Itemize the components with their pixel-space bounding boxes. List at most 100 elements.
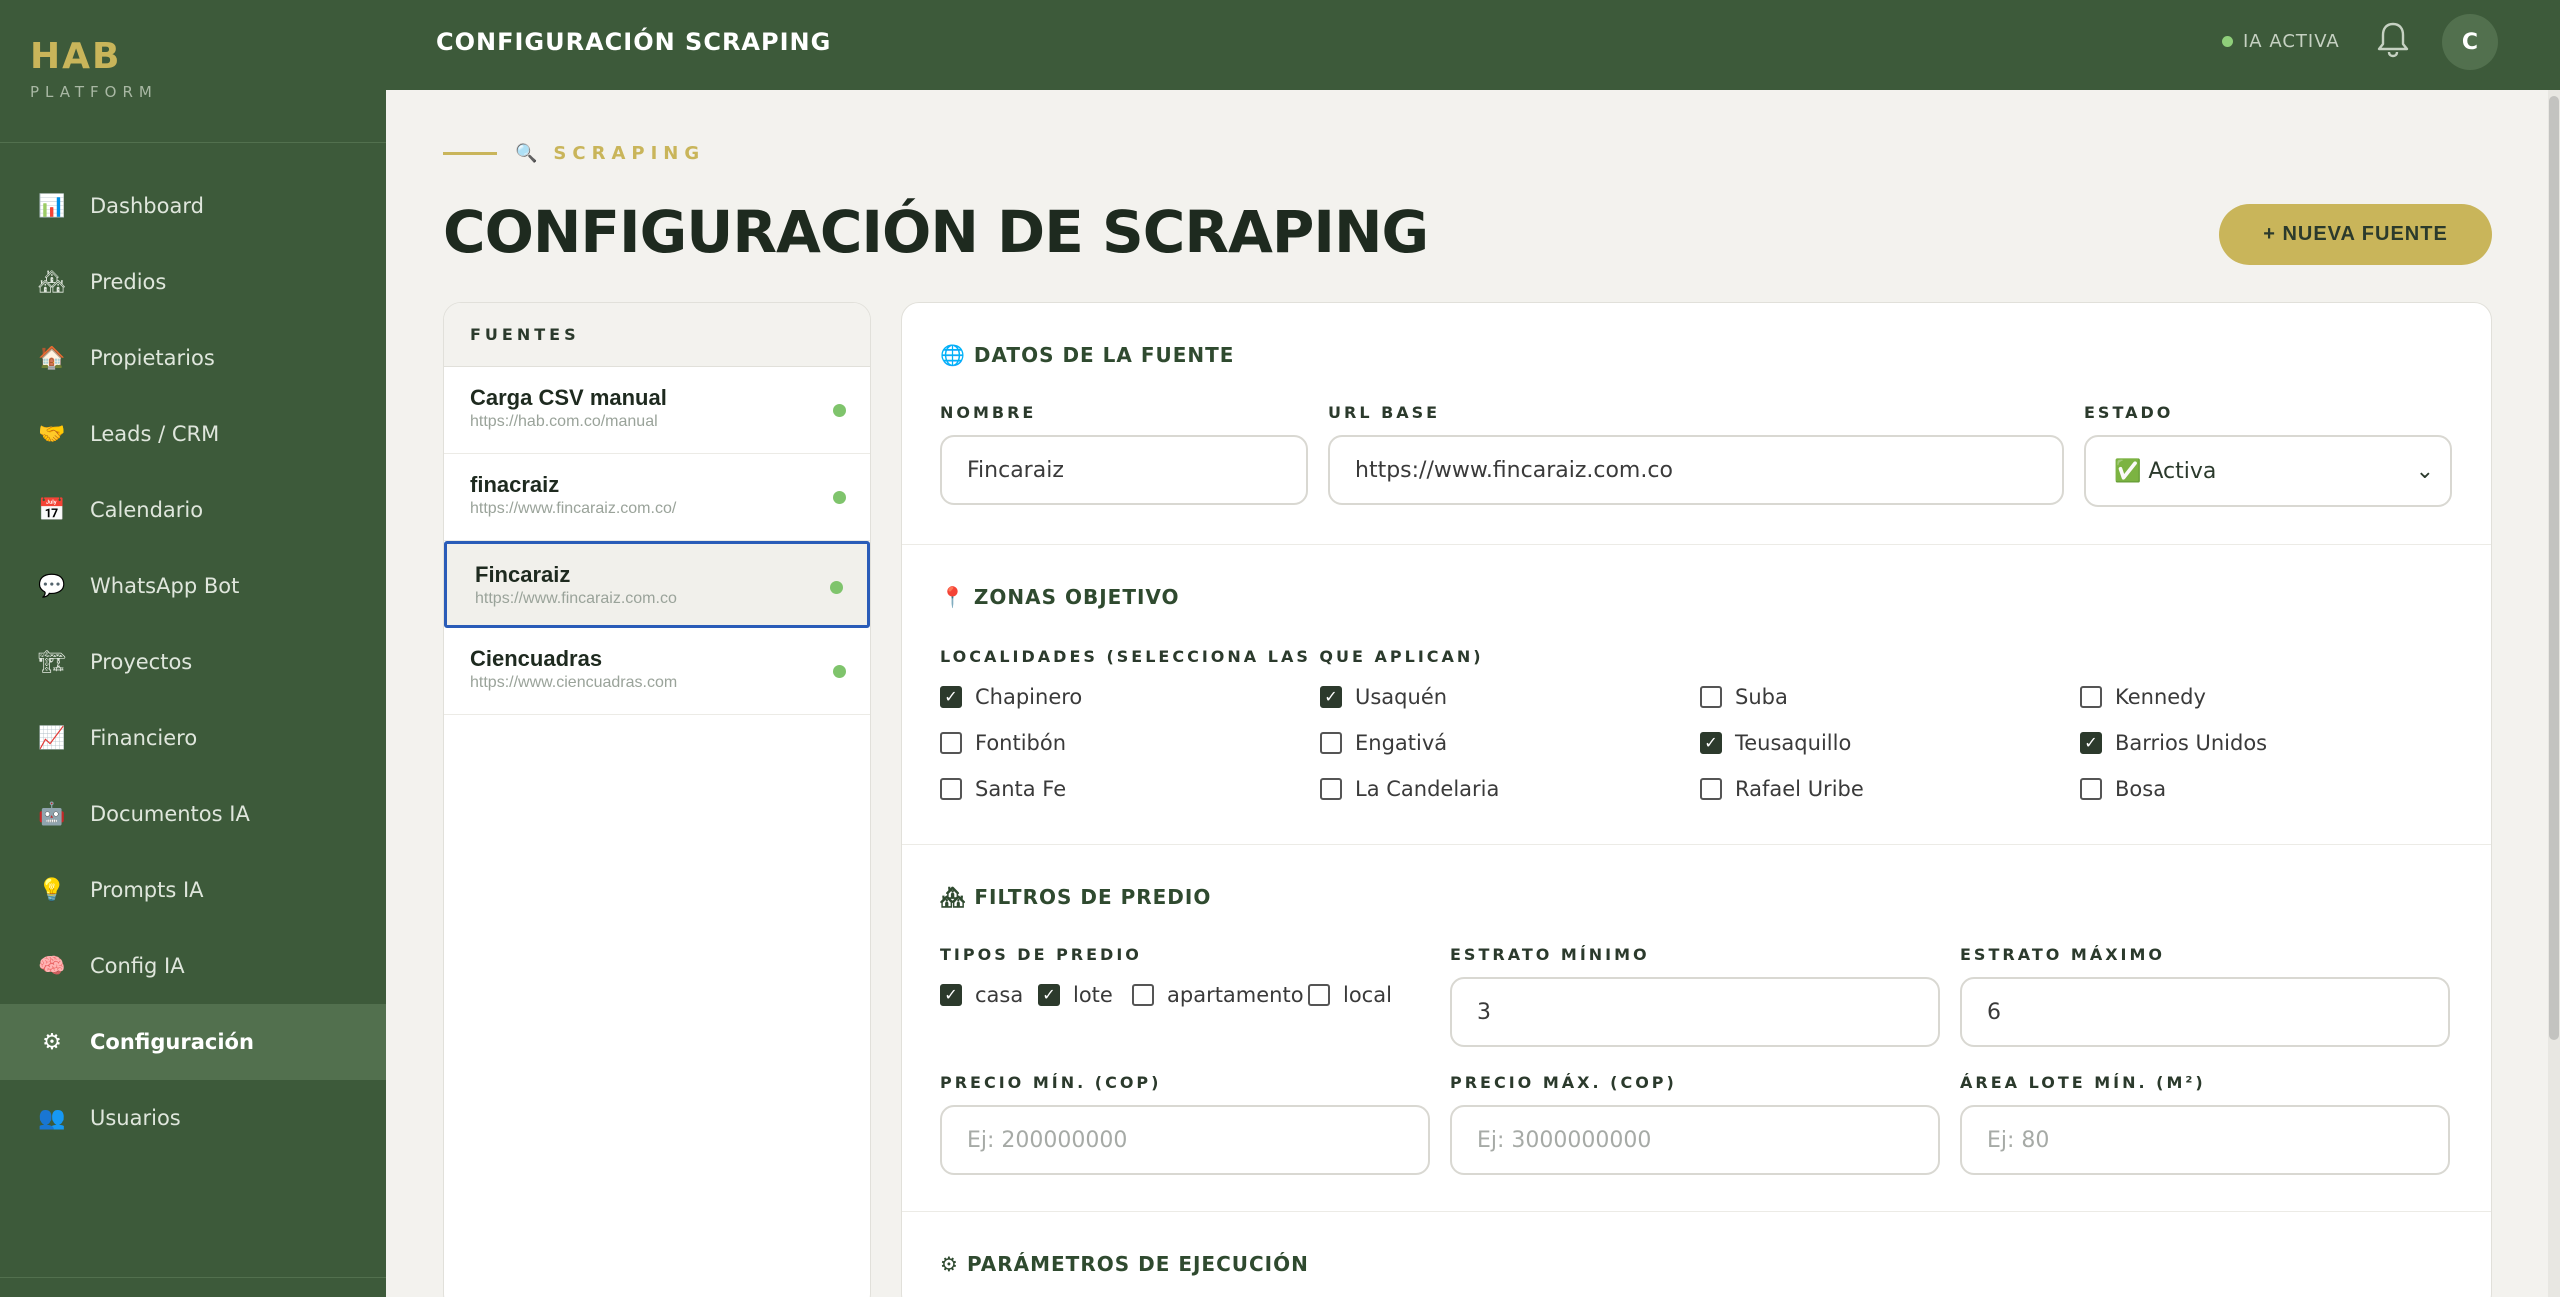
sidebar-item-config-ia[interactable]: 🧠 Config IA [0,928,386,1004]
source-item[interactable]: finacraiz https://www.fincaraiz.com.co/ [444,454,870,541]
sidebar-item-calendario[interactable]: 📅 Calendario [0,472,386,548]
user-avatar[interactable]: C [2442,14,2498,70]
checkbox-label: lote [1073,983,1113,1007]
area-lote-input[interactable] [1960,1105,2450,1175]
checkbox-suba[interactable]: Suba [1700,685,1788,709]
checkbox-empty-icon[interactable] [1308,984,1330,1006]
checkbox-checked-icon[interactable] [1038,984,1060,1006]
sidebar-item-prompts-ia[interactable]: 💡 Prompts IA [0,852,386,928]
estrato-max-label: ESTRATO MÁXIMO [1960,945,2166,964]
checkbox-kennedy[interactable]: Kennedy [2080,685,2206,709]
checkbox-empty-icon[interactable] [1700,778,1722,800]
checkbox-engativá[interactable]: Engativá [1320,731,1447,755]
precio-max-input[interactable] [1450,1105,1940,1175]
estrato-min-label: ESTRATO MÍNIMO [1450,945,1650,964]
checkbox-empty-icon[interactable] [940,778,962,800]
sidebar-item-leads-crm[interactable]: 🤝 Leads / CRM [0,396,386,472]
sidebar-nav: 📊 Dashboard 🏘 Predios 🏠 Propietarios 🤝 Leads / … [0,168,386,1156]
ia-status-label: IA ACTIVA [2243,31,2340,52]
chevron-down-icon: ⌄ [2415,459,2434,484]
checkbox-casa[interactable]: casa [940,983,1023,1007]
new-source-button[interactable]: + NUEVA FUENTE [2219,204,2492,265]
bell-icon[interactable] [2376,20,2410,58]
estrato-max-input[interactable] [1960,977,2450,1047]
brand-name: HAB [30,36,122,77]
estrato-min-input[interactable] [1450,977,1940,1047]
checkbox-empty-icon[interactable] [2080,778,2102,800]
sidebar-item-usuarios[interactable]: 👥 Usuarios [0,1080,386,1156]
url-base-input[interactable] [1328,435,2064,505]
source-item[interactable]: Fincaraiz https://www.fincaraiz.com.co [444,541,870,628]
brain-icon: 🧠 [38,953,66,979]
sidebar-item-proyectos[interactable]: 🏗 Proyectos [0,624,386,700]
status-dot [833,491,846,504]
checkbox-checked-icon[interactable] [940,984,962,1006]
sidebar-item-predios[interactable]: 🏘 Predios [0,244,386,320]
sidebar-item-dashboard[interactable]: 📊 Dashboard [0,168,386,244]
section-title-parametros: ⚙ PARÁMETROS DE EJECUCIÓN [940,1252,1309,1276]
section-title-zonas-label: ZONAS OBJETIVO [973,585,1180,609]
checkbox-checked-icon[interactable] [1320,686,1342,708]
source-item[interactable]: Carga CSV manual https://hab.com.co/manua… [444,367,870,454]
checkbox-bosa[interactable]: Bosa [2080,777,2166,801]
checkbox-empty-icon[interactable] [940,732,962,754]
nombre-input[interactable] [940,435,1308,505]
nombre-label: NOMBRE [940,403,1037,422]
estado-label: ESTADO [2084,403,2174,422]
users-icon: 👥 [38,1105,66,1131]
checkbox-santa-fe[interactable]: Santa Fe [940,777,1066,801]
checkbox-empty-icon[interactable] [1132,984,1154,1006]
checkbox-apartamento[interactable]: apartamento [1132,983,1304,1007]
checkbox-lote[interactable]: lote [1038,983,1113,1007]
source-url: https://www.fincaraiz.com.co/ [470,500,677,517]
source-url: https://www.fincaraiz.com.co [475,590,677,607]
robot-icon: 🤖 [38,801,66,827]
checkbox-label: Chapinero [975,685,1083,709]
checkbox-barrios-unidos[interactable]: Barrios Unidos [2080,731,2267,755]
checkbox-label: Rafael Uribe [1735,777,1864,801]
sidebar-item-financiero[interactable]: 📈 Financiero [0,700,386,776]
source-item[interactable]: Ciencuadras https://www.ciencuadras.com [444,628,870,715]
sidebar-item-propietarios[interactable]: 🏠 Propietarios [0,320,386,396]
section-title-datos: 🌐 DATOS DE LA FUENTE [940,343,1234,367]
checkbox-empty-icon[interactable] [1320,732,1342,754]
sidebar-item-whatsapp-bot[interactable]: 💬 WhatsApp Bot [0,548,386,624]
checkbox-checked-icon[interactable] [940,686,962,708]
precio-min-input[interactable] [940,1105,1430,1175]
sidebar-item-label: Financiero [90,726,198,750]
top-header: CONFIGURACIÓN SCRAPING IA ACTIVA C [386,0,2560,90]
source-url: https://hab.com.co/manual [470,413,658,430]
sources-header: FUENTES [444,303,870,367]
checkbox-local[interactable]: local [1308,983,1392,1007]
checkbox-empty-icon[interactable] [2080,686,2102,708]
checkbox-label: Suba [1735,685,1788,709]
checkbox-rafael-uribe[interactable]: Rafael Uribe [1700,777,1864,801]
checkbox-checked-icon[interactable] [1700,732,1722,754]
scrollbar-thumb[interactable] [2549,96,2559,1040]
sidebar-item-label: Config IA [90,954,185,978]
chart-icon: 📊 [38,193,66,219]
checkbox-empty-icon[interactable] [1700,686,1722,708]
section-title-zonas: 📍 ZONAS OBJETIVO [940,585,1180,609]
checkbox-empty-icon[interactable] [1320,778,1342,800]
estado-select[interactable]: ✅ Activa ⌄ [2084,435,2452,507]
area-lote-label: ÁREA LOTE MÍN. (M²) [1960,1073,2206,1092]
source-name: Ciencuadras [470,646,603,671]
checkbox-chapinero[interactable]: Chapinero [940,685,1082,709]
sidebar-item-label: Configuración [90,1030,254,1054]
sidebar-item-documentos-ia[interactable]: 🤖 Documentos IA [0,776,386,852]
houses-icon: 🏘 [940,885,967,909]
checkbox-usaquén[interactable]: Usaquén [1320,685,1447,709]
checkbox-label: Engativá [1355,731,1448,755]
checkbox-checked-icon[interactable] [2080,732,2102,754]
sidebar-bottom-divider [0,1277,386,1278]
page-title: CONFIGURACIÓN DE SCRAPING [443,198,1429,266]
sidebar-item-label: Usuarios [90,1106,181,1130]
checkbox-fontibón[interactable]: Fontibón [940,731,1066,755]
checkbox-la-candelaria[interactable]: La Candelaria [1320,777,1499,801]
sidebar-item-label: Dashboard [90,194,204,218]
sidebar-item-configuración[interactable]: ⚙ Configuración [0,1004,386,1080]
checkbox-teusaquillo[interactable]: Teusaquillo [1700,731,1851,755]
brand-logo[interactable]: HAB PLATFORM [30,36,158,101]
sources-panel: FUENTES Carga CSV manual https://hab.com.… [443,302,871,1297]
